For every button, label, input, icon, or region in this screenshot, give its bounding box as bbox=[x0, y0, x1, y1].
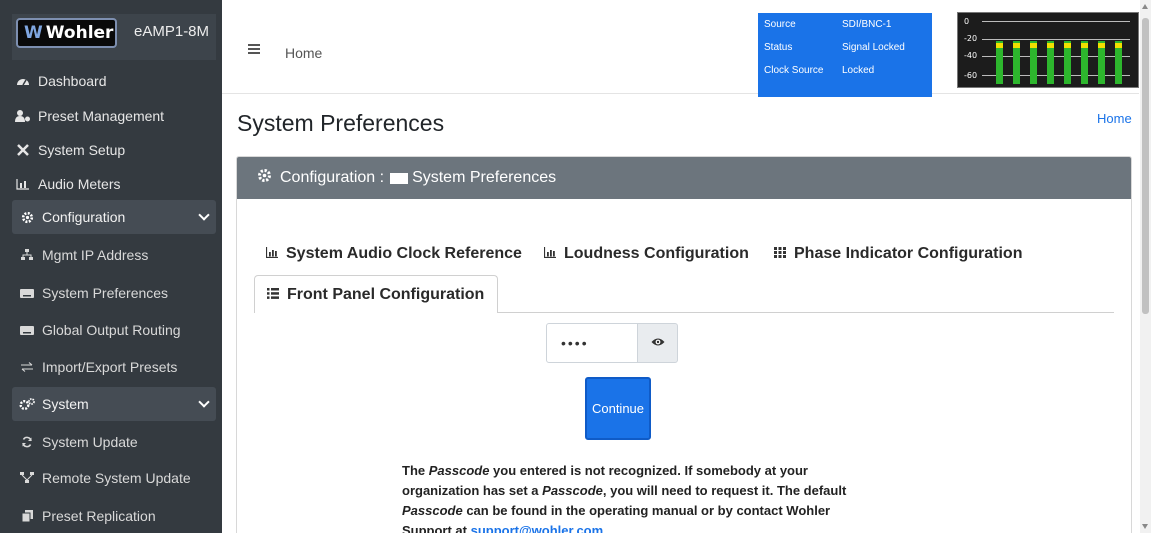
card-header-title: System Preferences bbox=[412, 169, 557, 186]
sidebar-item-label: Remote System Update bbox=[42, 470, 191, 486]
scroll-down-icon[interactable] bbox=[1142, 524, 1148, 529]
keyboard-icon bbox=[18, 288, 36, 298]
sidebar-item-label: Preset Management bbox=[38, 108, 165, 124]
meter-channel-bar bbox=[1013, 41, 1020, 84]
sidebar-item-label: System Setup bbox=[38, 142, 126, 158]
brand-logo: W Wohler bbox=[16, 18, 117, 48]
gear-icon bbox=[257, 168, 272, 188]
sidebar-item-system-update[interactable]: System Update bbox=[12, 425, 216, 459]
meter-peak-cap bbox=[1064, 43, 1071, 48]
sidebar: W Wohler eAMP1-8M Dashboard Preset Manage… bbox=[0, 0, 222, 533]
tachometer-icon bbox=[14, 75, 32, 87]
sidebar-item-label: Mgmt IP Address bbox=[42, 247, 149, 263]
meter-scale-label: -40 bbox=[964, 51, 978, 60]
sidebar-item-system-setup[interactable]: System Setup bbox=[12, 133, 216, 167]
meter-channel-bar bbox=[1030, 41, 1037, 84]
exchange-icon bbox=[18, 362, 36, 372]
gears-icon bbox=[18, 397, 36, 411]
status-row-clock-source: Clock Source Locked bbox=[764, 65, 875, 76]
meter-peak-cap bbox=[1013, 43, 1020, 48]
meter-channel-bar bbox=[1064, 41, 1071, 84]
sidebar-item-mgmt-ip-address[interactable]: Mgmt IP Address bbox=[12, 238, 216, 272]
top-navbar: Home Source SDI/BNC-1 Status Signal Lock… bbox=[222, 0, 1139, 97]
page-title: System Preferences bbox=[237, 110, 445, 136]
menu-toggle-icon[interactable] bbox=[248, 44, 260, 54]
chart-icon bbox=[543, 247, 556, 261]
meter-peak-cap bbox=[996, 43, 1003, 48]
sidebar-item-global-output-routing[interactable]: Global Output Routing bbox=[12, 313, 216, 347]
meter-channel-bar bbox=[1098, 41, 1105, 84]
chevron-down-icon bbox=[198, 396, 210, 408]
continue-button[interactable]: Continue bbox=[585, 377, 651, 440]
sidebar-item-label: Dashboard bbox=[38, 73, 107, 89]
user-cog-icon bbox=[14, 110, 32, 122]
breadcrumb-home[interactable]: Home bbox=[1097, 111, 1132, 126]
sidebar-item-remote-system-update[interactable]: Remote System Update bbox=[12, 461, 216, 495]
passcode-input[interactable] bbox=[546, 323, 638, 363]
grid-icon bbox=[774, 247, 786, 261]
tab-phase-indicator-configuration[interactable]: Phase Indicator Configuration bbox=[774, 245, 1022, 263]
sidebar-item-audio-meters[interactable]: Audio Meters bbox=[12, 167, 216, 201]
sidebar-group-system[interactable]: System bbox=[12, 387, 216, 421]
page-scrollbar[interactable] bbox=[1140, 0, 1151, 533]
eye-icon bbox=[651, 334, 665, 352]
meter-peak-cap bbox=[1047, 43, 1054, 48]
chevron-down-icon bbox=[198, 209, 210, 221]
sidebar-item-label: Global Output Routing bbox=[42, 322, 181, 338]
sidebar-item-label: System bbox=[42, 396, 89, 412]
status-row-status: Status Signal Locked bbox=[764, 42, 905, 53]
meter-scale-label: -60 bbox=[964, 71, 978, 80]
meter-scale-label: -20 bbox=[964, 34, 978, 43]
sidebar-item-label: Import/Export Presets bbox=[42, 359, 178, 375]
satellite-dish-icon bbox=[18, 472, 36, 484]
scroll-up-icon[interactable] bbox=[1142, 4, 1148, 9]
meter-scale-label: 0 bbox=[964, 17, 970, 26]
tools-icon bbox=[14, 143, 32, 157]
sidebar-item-preset-replication[interactable]: Preset Replication bbox=[12, 499, 216, 533]
status-row-source: Source SDI/BNC-1 bbox=[764, 19, 892, 30]
keyboard-icon bbox=[18, 325, 36, 335]
support-email-link[interactable]: support@wohler.com bbox=[471, 523, 604, 533]
sidebar-item-preset-management[interactable]: Preset Management bbox=[12, 99, 216, 133]
meter-channel-bar bbox=[996, 41, 1003, 84]
meter-channel-bar bbox=[1047, 41, 1054, 84]
sidebar-item-label: System Preferences bbox=[42, 285, 169, 301]
network-icon bbox=[18, 249, 36, 261]
sidebar-item-label: Preset Replication bbox=[42, 508, 156, 524]
sidebar-group-configuration[interactable]: Configuration bbox=[12, 200, 216, 234]
card-header: Configuration : System Preferences bbox=[237, 157, 1131, 199]
copy-icon bbox=[18, 510, 36, 522]
sidebar-item-label: System Update bbox=[42, 434, 138, 450]
gear-icon bbox=[18, 211, 36, 224]
meter-peak-cap bbox=[1030, 43, 1037, 48]
meter-channel-bar bbox=[1081, 41, 1088, 84]
sync-icon bbox=[18, 436, 36, 448]
meter-peak-cap bbox=[1081, 43, 1088, 48]
sidebar-item-dashboard[interactable]: Dashboard bbox=[12, 64, 216, 98]
sidebar-item-system-preferences[interactable]: System Preferences bbox=[12, 276, 216, 310]
tab-system-audio-clock-reference[interactable]: System Audio Clock Reference bbox=[265, 245, 522, 263]
audio-level-meter[interactable]: 0 -20 -40 -60 bbox=[957, 12, 1139, 88]
meter-peak-cap bbox=[1098, 43, 1105, 48]
keyboard-icon bbox=[390, 172, 409, 184]
brand-model: eAMP1-8M bbox=[134, 23, 210, 40]
status-panel: Source SDI/BNC-1 Status Signal Locked Cl… bbox=[758, 13, 932, 97]
app-window: W Wohler eAMP1-8M Dashboard Preset Manage… bbox=[0, 0, 1151, 533]
tab-loudness-configuration[interactable]: Loudness Configuration bbox=[543, 245, 749, 263]
sidebar-item-label: Audio Meters bbox=[38, 176, 121, 192]
nav-home-link[interactable]: Home bbox=[285, 45, 322, 61]
scroll-thumb[interactable] bbox=[1142, 18, 1149, 314]
passcode-error-message: The Passcode you entered is not recogniz… bbox=[402, 461, 882, 533]
sidebar-item-import-export-presets[interactable]: Import/Export Presets bbox=[12, 350, 216, 384]
chart-icon bbox=[265, 247, 278, 261]
sidebar-item-label: Configuration bbox=[42, 209, 126, 225]
meter-channel-bar bbox=[1115, 41, 1122, 84]
tab-front-panel-configuration[interactable]: Front Panel Configuration bbox=[254, 275, 498, 313]
chart-bar-icon bbox=[14, 178, 32, 190]
meter-peak-cap bbox=[1115, 43, 1122, 48]
show-passcode-button[interactable] bbox=[637, 323, 678, 363]
brand[interactable]: W Wohler eAMP1-8M bbox=[12, 14, 216, 60]
card-header-prefix: Configuration : bbox=[280, 169, 385, 186]
list-icon bbox=[267, 287, 279, 302]
